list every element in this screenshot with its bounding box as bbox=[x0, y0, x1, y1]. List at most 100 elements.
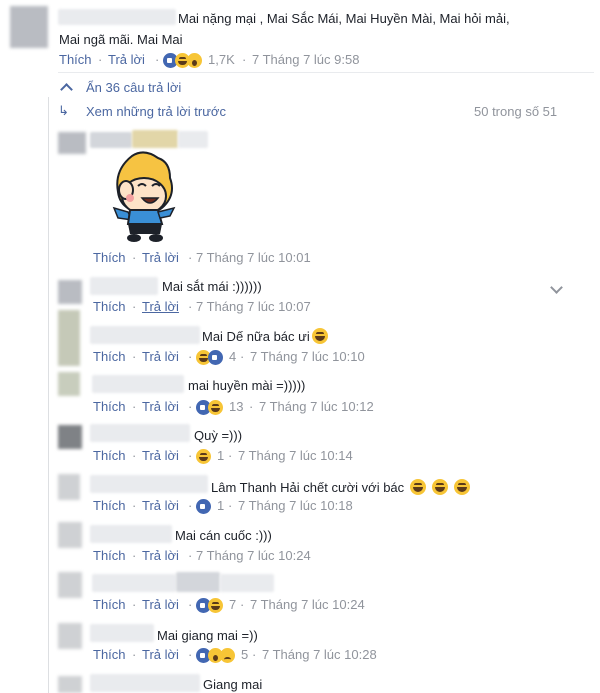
reply-arrow-icon: ↳ bbox=[58, 103, 69, 118]
haha-reaction-icon[interactable] bbox=[196, 449, 211, 464]
reply-link[interactable]: Trả lời bbox=[142, 548, 179, 563]
reply-link[interactable]: Trả lời bbox=[142, 597, 179, 612]
reply-avatar[interactable] bbox=[58, 280, 82, 304]
reply-link[interactable]: Trả lời bbox=[142, 498, 179, 513]
dot-separator: · bbox=[188, 349, 193, 364]
reply-name-blurred[interactable] bbox=[90, 525, 172, 543]
reply-link[interactable]: Trả lời bbox=[142, 448, 179, 463]
dot-separator: · bbox=[132, 399, 137, 414]
reply-link[interactable]: Trả lời bbox=[142, 399, 179, 414]
reaction-count[interactable]: 4 bbox=[229, 349, 236, 364]
dot-separator: · bbox=[188, 399, 193, 414]
reply-timestamp[interactable]: 7 Tháng 7 lúc 10:14 bbox=[238, 448, 353, 463]
dot-separator: · bbox=[249, 399, 254, 414]
reply-name-blurred[interactable] bbox=[90, 424, 190, 442]
reaction-count[interactable]: 1,7K bbox=[208, 52, 235, 67]
like-link[interactable]: Thích bbox=[59, 52, 92, 67]
reply-avatar[interactable] bbox=[58, 623, 82, 649]
reaction-count[interactable]: 13 bbox=[229, 399, 243, 414]
reaction-count[interactable]: 1 bbox=[217, 498, 224, 513]
dot-separator: · bbox=[132, 349, 137, 364]
reply-avatar[interactable] bbox=[58, 474, 80, 500]
reply-thread-line bbox=[48, 97, 49, 693]
reply-name-blurred[interactable] bbox=[178, 131, 208, 148]
reply-name-blurred[interactable] bbox=[90, 277, 158, 295]
dot-separator: · bbox=[188, 597, 193, 612]
reply-text: Mai Dế nữa bác ưi bbox=[202, 328, 328, 344]
dot-separator: · bbox=[188, 448, 193, 463]
reply-name-blurred[interactable] bbox=[90, 674, 200, 692]
reply-timestamp[interactable]: 7 Tháng 7 lúc 10:01 bbox=[196, 250, 311, 265]
reply-link[interactable]: Trả lời bbox=[142, 250, 179, 265]
like-link[interactable]: Thích bbox=[93, 498, 126, 513]
reaction-count[interactable]: 7 bbox=[229, 597, 236, 612]
reply-count: 50 trong số 51 bbox=[474, 104, 558, 119]
dot-separator: · bbox=[132, 250, 137, 265]
haha-reaction-icon[interactable] bbox=[208, 598, 223, 613]
commenter-avatar[interactable] bbox=[10, 6, 48, 48]
like-link[interactable]: Thích bbox=[93, 299, 126, 314]
reply-name-blurred[interactable] bbox=[92, 574, 176, 592]
reply-name-blurred[interactable] bbox=[90, 475, 208, 493]
view-previous-replies-link[interactable]: Xem những trả lời trước bbox=[86, 104, 226, 119]
haha-reaction-icon[interactable] bbox=[208, 400, 223, 415]
reply-avatar[interactable] bbox=[58, 522, 82, 548]
dot-separator: · bbox=[252, 647, 257, 662]
reply-name-blurred[interactable] bbox=[90, 326, 200, 344]
hide-replies-link[interactable]: Ẩn 36 câu trả lời bbox=[86, 80, 181, 95]
dot-separator: · bbox=[132, 548, 137, 563]
reply-link[interactable]: Trả lời bbox=[142, 349, 179, 364]
reply-text: mai huyền mài =))))) bbox=[188, 378, 306, 393]
like-link[interactable]: Thích bbox=[93, 349, 126, 364]
reaction-count[interactable]: 5 bbox=[241, 647, 248, 662]
chevron-down-icon[interactable] bbox=[550, 281, 563, 294]
reply-avatar[interactable] bbox=[58, 310, 80, 366]
reply-timestamp[interactable]: 7 Tháng 7 lúc 10:18 bbox=[238, 498, 353, 513]
dot-separator: · bbox=[132, 448, 137, 463]
like-link[interactable]: Thích bbox=[93, 399, 126, 414]
reply-timestamp[interactable]: 7 Tháng 7 lúc 10:10 bbox=[250, 349, 365, 364]
reply-name-blurred[interactable] bbox=[132, 130, 178, 148]
like-reaction-icon[interactable] bbox=[208, 350, 223, 365]
reply-timestamp[interactable]: 7 Tháng 7 lúc 10:12 bbox=[259, 399, 374, 414]
reply-text-content: Mai Dế nữa bác ưi bbox=[202, 329, 310, 344]
reply-link[interactable]: Trả lời bbox=[108, 52, 145, 67]
like-reaction-icon[interactable] bbox=[196, 499, 211, 514]
sad-reaction-icon[interactable] bbox=[220, 648, 235, 663]
reaction-count[interactable]: 1 bbox=[217, 448, 224, 463]
dot-separator: · bbox=[132, 498, 137, 513]
reply-name-blurred[interactable] bbox=[92, 375, 184, 393]
like-link[interactable]: Thích bbox=[93, 448, 126, 463]
reply-name-blurred[interactable] bbox=[90, 132, 132, 148]
comment-timestamp[interactable]: 7 Tháng 7 lúc 9:58 bbox=[252, 52, 359, 67]
dot-separator: · bbox=[188, 250, 193, 265]
like-link[interactable]: Thích bbox=[93, 647, 126, 662]
laughing-boy-sticker bbox=[112, 151, 176, 242]
reply-timestamp[interactable]: 7 Tháng 7 lúc 10:24 bbox=[250, 597, 365, 612]
chevron-up-icon[interactable] bbox=[60, 83, 73, 96]
reply-text: Mai sắt mái :)))))) bbox=[162, 279, 262, 294]
reply-avatar[interactable] bbox=[58, 425, 82, 449]
reply-avatar[interactable] bbox=[58, 572, 82, 598]
reply-avatar[interactable] bbox=[58, 676, 82, 693]
reply-link[interactable]: Trả lời bbox=[142, 299, 179, 314]
reply-link[interactable]: Trả lời bbox=[142, 647, 179, 662]
comment-text-line1: Mai nặng mại , Mai Sắc Mái, Mai Huyền Mà… bbox=[178, 11, 510, 26]
reply-text: Lâm Thanh Hải chết cười với bác bbox=[211, 479, 471, 495]
reply-timestamp[interactable]: 7 Tháng 7 lúc 10:28 bbox=[262, 647, 377, 662]
reply-text-content: Lâm Thanh Hải chết cười với bác bbox=[211, 480, 405, 495]
dot-separator: · bbox=[132, 597, 137, 612]
dot-separator: · bbox=[228, 448, 233, 463]
reply-avatar[interactable] bbox=[58, 132, 86, 154]
reply-avatar[interactable] bbox=[58, 372, 80, 396]
laughing-emoji-icon bbox=[410, 479, 427, 495]
like-link[interactable]: Thích bbox=[93, 250, 126, 265]
reply-timestamp[interactable]: 7 Tháng 7 lúc 10:07 bbox=[196, 299, 311, 314]
like-link[interactable]: Thích bbox=[93, 548, 126, 563]
like-link[interactable]: Thích bbox=[93, 597, 126, 612]
wow-reaction-icon[interactable] bbox=[187, 53, 202, 68]
reply-name-blurred[interactable] bbox=[90, 624, 154, 642]
reply-timestamp[interactable]: 7 Tháng 7 lúc 10:24 bbox=[196, 548, 311, 563]
commenter-name-blurred[interactable] bbox=[58, 9, 176, 25]
reply-text-blurred bbox=[176, 572, 220, 592]
